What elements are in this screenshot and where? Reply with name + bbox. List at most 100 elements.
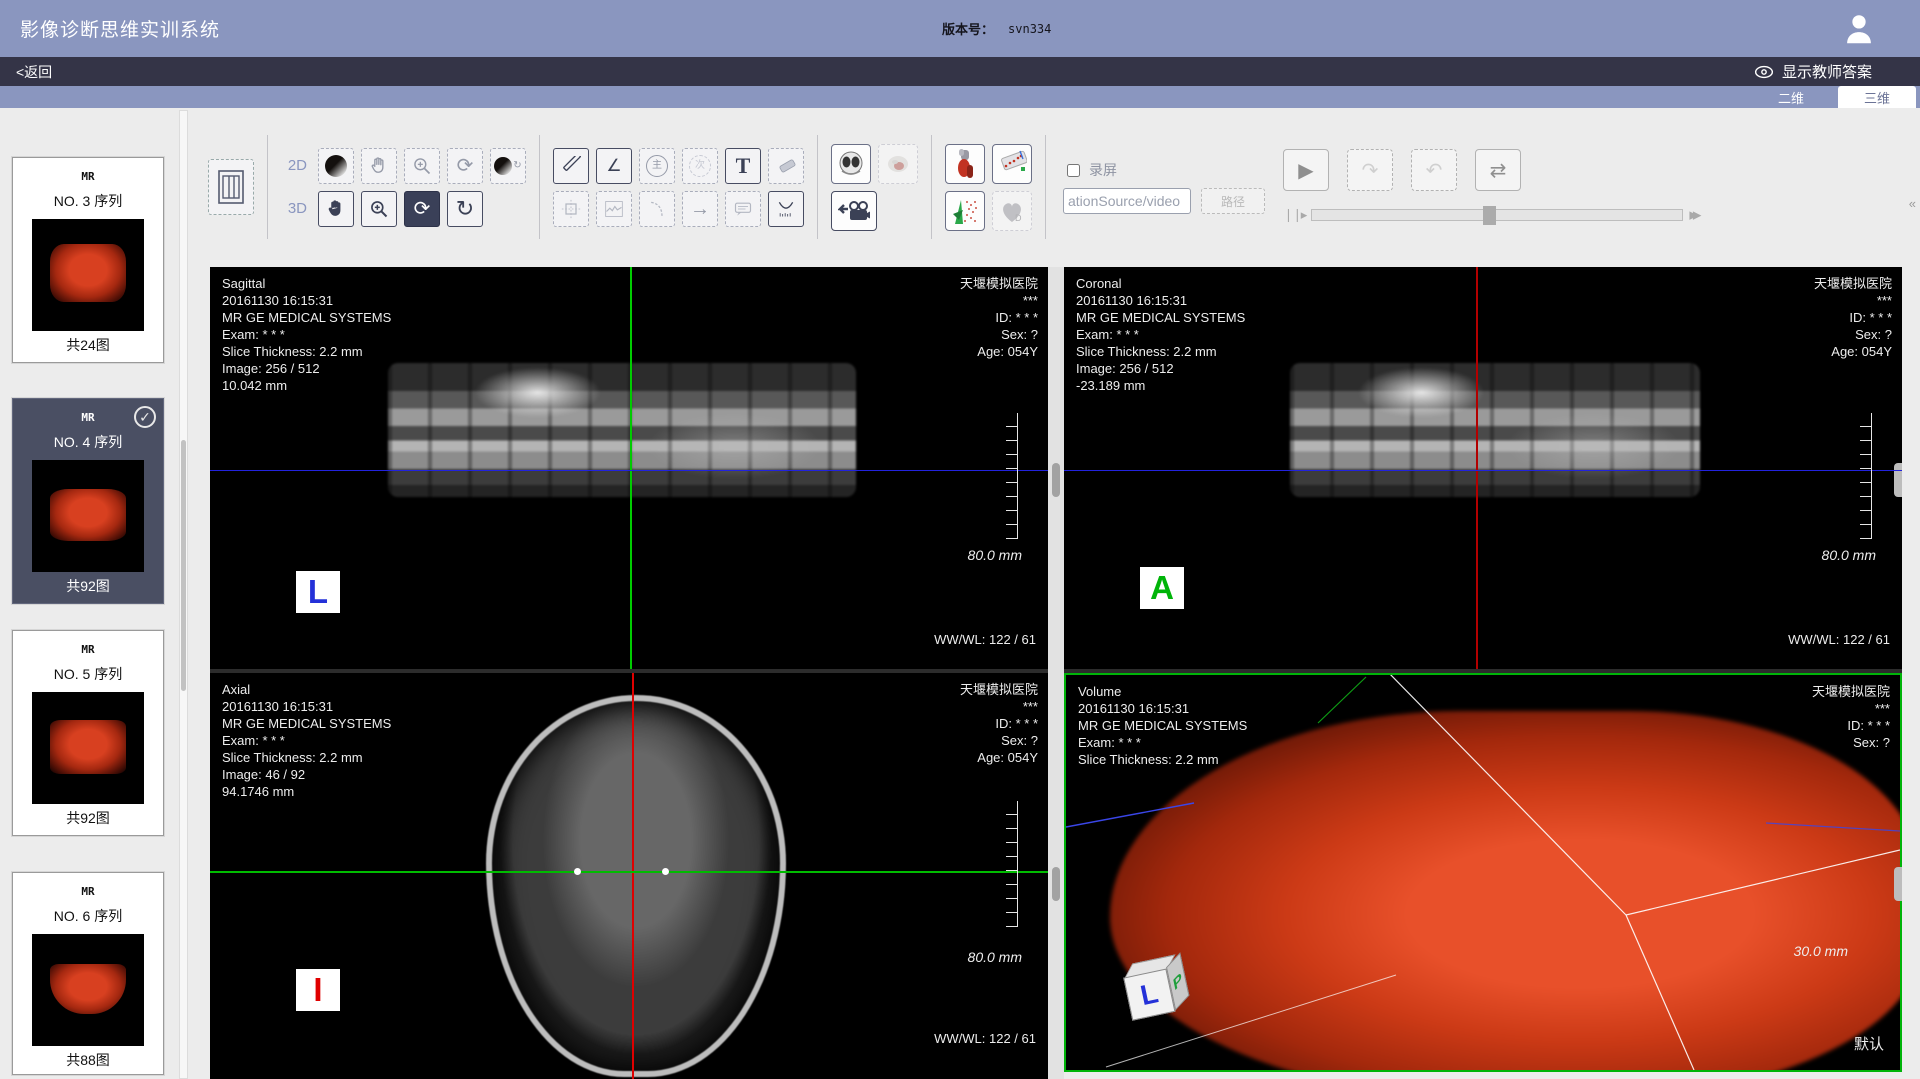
2d-window-level-button[interactable] xyxy=(318,148,354,184)
series-name: NO. 3 序列 xyxy=(13,191,163,211)
3d-zoom-button[interactable] xyxy=(361,191,397,227)
text-icon: T xyxy=(736,155,751,177)
speed-slider-handle[interactable] xyxy=(1483,206,1496,225)
2d-pan-button[interactable] xyxy=(361,148,397,184)
axial-wwwl: WW/WL: 122 / 61 xyxy=(934,1031,1036,1046)
path-button[interactable]: 路径 xyxy=(1201,188,1265,214)
skull-volume-icon xyxy=(884,150,912,178)
ruler-tool-button[interactable] xyxy=(553,148,589,184)
crop-crosshair-icon xyxy=(561,199,581,219)
3d-rotate-button[interactable]: ⟳ xyxy=(404,191,440,227)
show-teacher-answer-button[interactable]: 显示教师答案 xyxy=(1754,61,1872,82)
2d-cine-button[interactable]: ⟳ xyxy=(447,148,483,184)
fast-speed-icon: ▸▸ xyxy=(1689,205,1696,225)
label-3d: 3D xyxy=(281,200,307,217)
speed-slider[interactable] xyxy=(1311,209,1683,221)
export-video-button[interactable] xyxy=(831,191,877,231)
video-path-input[interactable] xyxy=(1063,188,1191,214)
series-thumbnail xyxy=(32,934,144,1046)
roi-secondary-icon: 次 xyxy=(689,155,711,177)
toolbar: 2D ⟳ ↻ 3D ⟳ ↻ xyxy=(208,112,1908,262)
toolbar-collapse-chevron[interactable]: « xyxy=(1909,196,1916,211)
3d-roll-button[interactable]: ↻ xyxy=(447,191,483,227)
eraser-icon xyxy=(776,156,796,176)
rotate-right-play-button[interactable]: ↷ xyxy=(1347,149,1393,191)
profile-curve-tool-button[interactable] xyxy=(596,191,632,227)
magnifier-plus-icon xyxy=(412,156,432,176)
knee-muscle-icon xyxy=(951,149,979,179)
play-icon: ▶ xyxy=(1298,158,1313,183)
crop-box-tool-button[interactable] xyxy=(553,191,589,227)
tab-3d[interactable]: 三维 xyxy=(1838,86,1916,108)
series-thumbnail xyxy=(32,692,144,804)
video-camera-icon xyxy=(838,199,870,223)
playback-group: ▶ ↷ ↶ ⇄ ❘❘▸ ▸▸ xyxy=(1283,149,1696,225)
angle-tool-button[interactable]: ∠ xyxy=(596,148,632,184)
viewport-volume[interactable]: Volume 20161130 16:15:31 MR GE MEDICAL S… xyxy=(1064,673,1902,1072)
comment-icon xyxy=(733,199,753,219)
app-window: 影像诊断思维实训系统 版本号： svn334 <返回 显示教师答案 二维 三维 … xyxy=(0,0,1920,1079)
orientation-cube[interactable]: P L xyxy=(1121,950,1214,1043)
series-card-4[interactable]: ✓ MR NO. 4 序列 共92图 xyxy=(12,398,164,604)
axial-info-overlay: Axial 20161130 16:15:31 MR GE MEDICAL SY… xyxy=(222,681,391,800)
swing-play-button[interactable]: ⇄ xyxy=(1475,149,1521,191)
spine-path-preset-button[interactable] xyxy=(992,144,1032,184)
version-value: svn334 xyxy=(1008,22,1051,36)
magnifier-plus-icon xyxy=(369,199,389,219)
reset-default-button[interactable]: 默认 xyxy=(1854,1033,1884,1054)
viewport-sagittal[interactable]: Sagittal 20161130 16:15:31 MR GE MEDICAL… xyxy=(210,267,1048,669)
3d-pan-button[interactable] xyxy=(318,191,354,227)
record-group: 录屏 路径 xyxy=(1063,160,1265,214)
muscle-bone-preset-button[interactable] xyxy=(945,144,985,184)
curve-tool-button[interactable] xyxy=(639,191,675,227)
2d-zoom-button[interactable] xyxy=(404,148,440,184)
2d-reset-window-button[interactable]: ↻ xyxy=(490,148,526,184)
svg-text:D: D xyxy=(1015,213,1022,223)
volume-info-overlay: Volume 20161130 16:15:31 MR GE MEDICAL S… xyxy=(1078,683,1247,768)
viewport-axial[interactable]: Axial 20161130 16:15:31 MR GE MEDICAL SY… xyxy=(210,673,1048,1079)
heart-preset-button[interactable]: D xyxy=(992,191,1032,231)
eraser-tool-button[interactable] xyxy=(768,148,804,184)
series-count: 共88图 xyxy=(13,1050,163,1070)
viewport-coronal[interactable]: Coronal 20161130 16:15:31 MR GE MEDICAL … xyxy=(1064,267,1902,669)
user-icon[interactable] xyxy=(1840,10,1878,48)
back-button[interactable]: <返回 xyxy=(16,62,52,82)
series-card-3[interactable]: MR NO. 3 序列 共24图 xyxy=(12,157,164,363)
series-card-6[interactable]: MR NO. 6 序列 共88图 xyxy=(12,872,164,1075)
ellipse-roi-secondary-button[interactable]: 次 xyxy=(682,148,718,184)
arrow-tool-button[interactable]: → xyxy=(682,191,718,227)
curve-ruler-tool-button[interactable] xyxy=(768,191,804,227)
volume-head-preset-button[interactable] xyxy=(878,144,918,184)
right-edge-scroll-handle-top[interactable] xyxy=(1894,463,1902,497)
label-2d: 2D xyxy=(281,157,307,174)
slice-scroll-handle-bottom[interactable] xyxy=(1052,867,1060,901)
perfusion-preset-button[interactable] xyxy=(945,191,985,231)
axial-mr-image xyxy=(486,695,786,1077)
rotate-left-play-button[interactable]: ↶ xyxy=(1411,149,1457,191)
text-tool-button[interactable]: T xyxy=(725,148,761,184)
volume-patient-overlay: 天堰模拟医院 *** ID: * * * Sex: ? xyxy=(1812,683,1890,751)
toolbar-separator xyxy=(817,135,818,239)
layout-split-icon xyxy=(218,170,244,204)
curve-ruler-icon xyxy=(776,199,796,219)
ellipse-roi-primary-button[interactable]: 主 xyxy=(639,148,675,184)
version-label: 版本号： xyxy=(942,19,994,38)
layout-button[interactable] xyxy=(208,159,254,215)
selected-check-icon: ✓ xyxy=(134,406,156,428)
series-thumbnail xyxy=(32,219,144,331)
axial-crosshair-vertical-red xyxy=(632,673,634,1079)
comment-tool-button[interactable] xyxy=(725,191,761,227)
tab-2d[interactable]: 二维 xyxy=(1752,86,1830,108)
sidebar-scrollbar-thumb[interactable] xyxy=(181,440,186,691)
series-count: 共24图 xyxy=(13,335,163,355)
viewport-vertical-divider[interactable] xyxy=(1048,267,1064,1079)
slice-scroll-handle-top[interactable] xyxy=(1052,463,1060,497)
nav-bar: <返回 显示教师答案 xyxy=(0,57,1920,86)
window-level-icon xyxy=(325,155,347,177)
ct-lung-preset-button[interactable] xyxy=(831,144,871,184)
sidebar-scrollbar[interactable] xyxy=(179,110,188,1079)
hand-icon xyxy=(369,156,389,176)
play-button[interactable]: ▶ xyxy=(1283,149,1329,191)
series-card-5[interactable]: MR NO. 5 序列 共92图 xyxy=(12,630,164,836)
record-screen-checkbox[interactable] xyxy=(1067,164,1080,177)
